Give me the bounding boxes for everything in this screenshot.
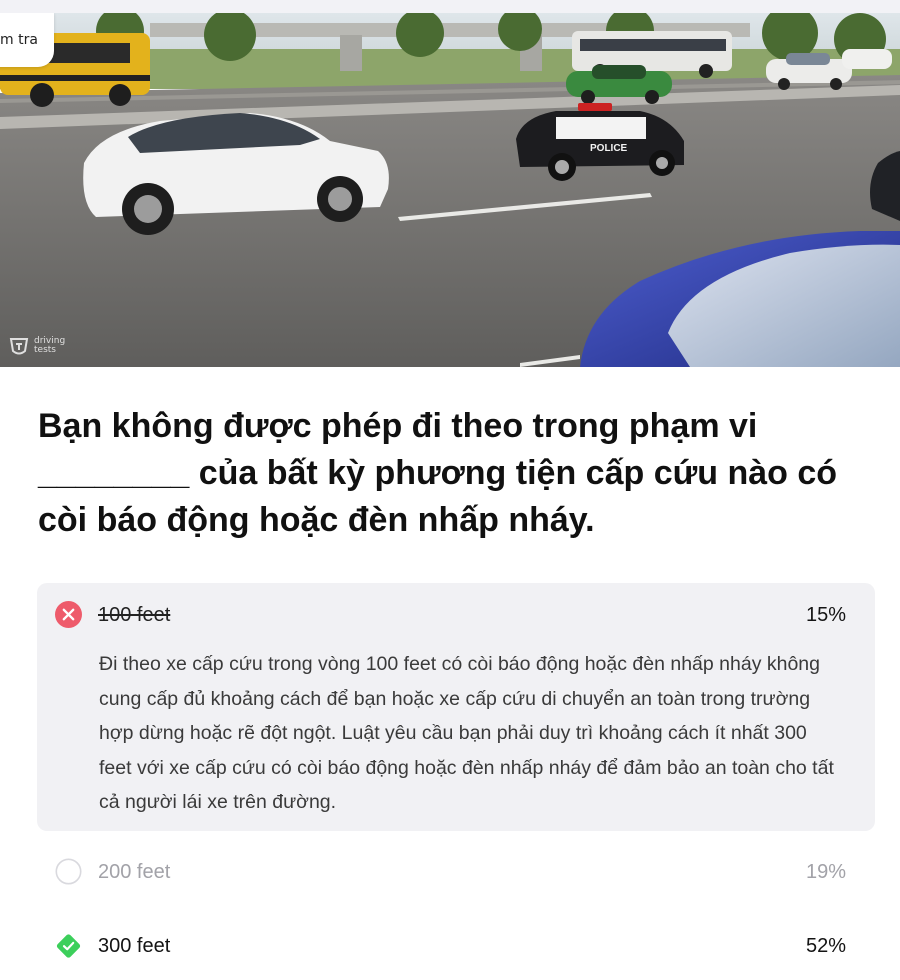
police-text: POLICE — [590, 143, 628, 154]
image-tag: m tra — [0, 13, 54, 67]
question-card: POLICE m tra driving tests Bạn không đượ… — [0, 13, 900, 980]
answer-row: 100 feet 15% — [37, 598, 875, 630]
answer-percent: 52% — [805, 935, 846, 957]
watermark-text: driving tests — [34, 336, 66, 355]
answer-explanation: Đi theo xe cấp cứu trong vòng 100 feet c… — [99, 653, 834, 813]
wrong-answer-icon — [55, 601, 82, 628]
answer-percent: 15% — [805, 604, 846, 626]
traffic-scene-illustration: POLICE — [0, 13, 900, 367]
question-text: Bạn không được phép đi theo trong phạm v… — [38, 407, 838, 539]
image-tag-label: m tra — [0, 32, 38, 48]
driving-tests-watermark: driving tests — [8, 335, 76, 357]
answer-option-300-feet[interactable]: 300 feet 52% — [37, 929, 875, 961]
answer-percent: 19% — [805, 861, 846, 883]
correct-answer-icon — [55, 932, 82, 959]
radio-circle-icon — [55, 858, 82, 885]
answer-label: 300 feet — [98, 935, 171, 957]
answer-label: 200 feet — [98, 861, 171, 883]
driving-tests-logo-icon — [8, 335, 30, 357]
answer-option-200-feet[interactable]: 200 feet 19% — [37, 855, 875, 887]
answer-option-100-feet[interactable]: 100 feet 15% Đi theo xe cấp cứu trong vò… — [37, 583, 875, 831]
question-image: POLICE m tra driving tests — [0, 13, 900, 367]
answer-label: 100 feet — [98, 604, 171, 626]
